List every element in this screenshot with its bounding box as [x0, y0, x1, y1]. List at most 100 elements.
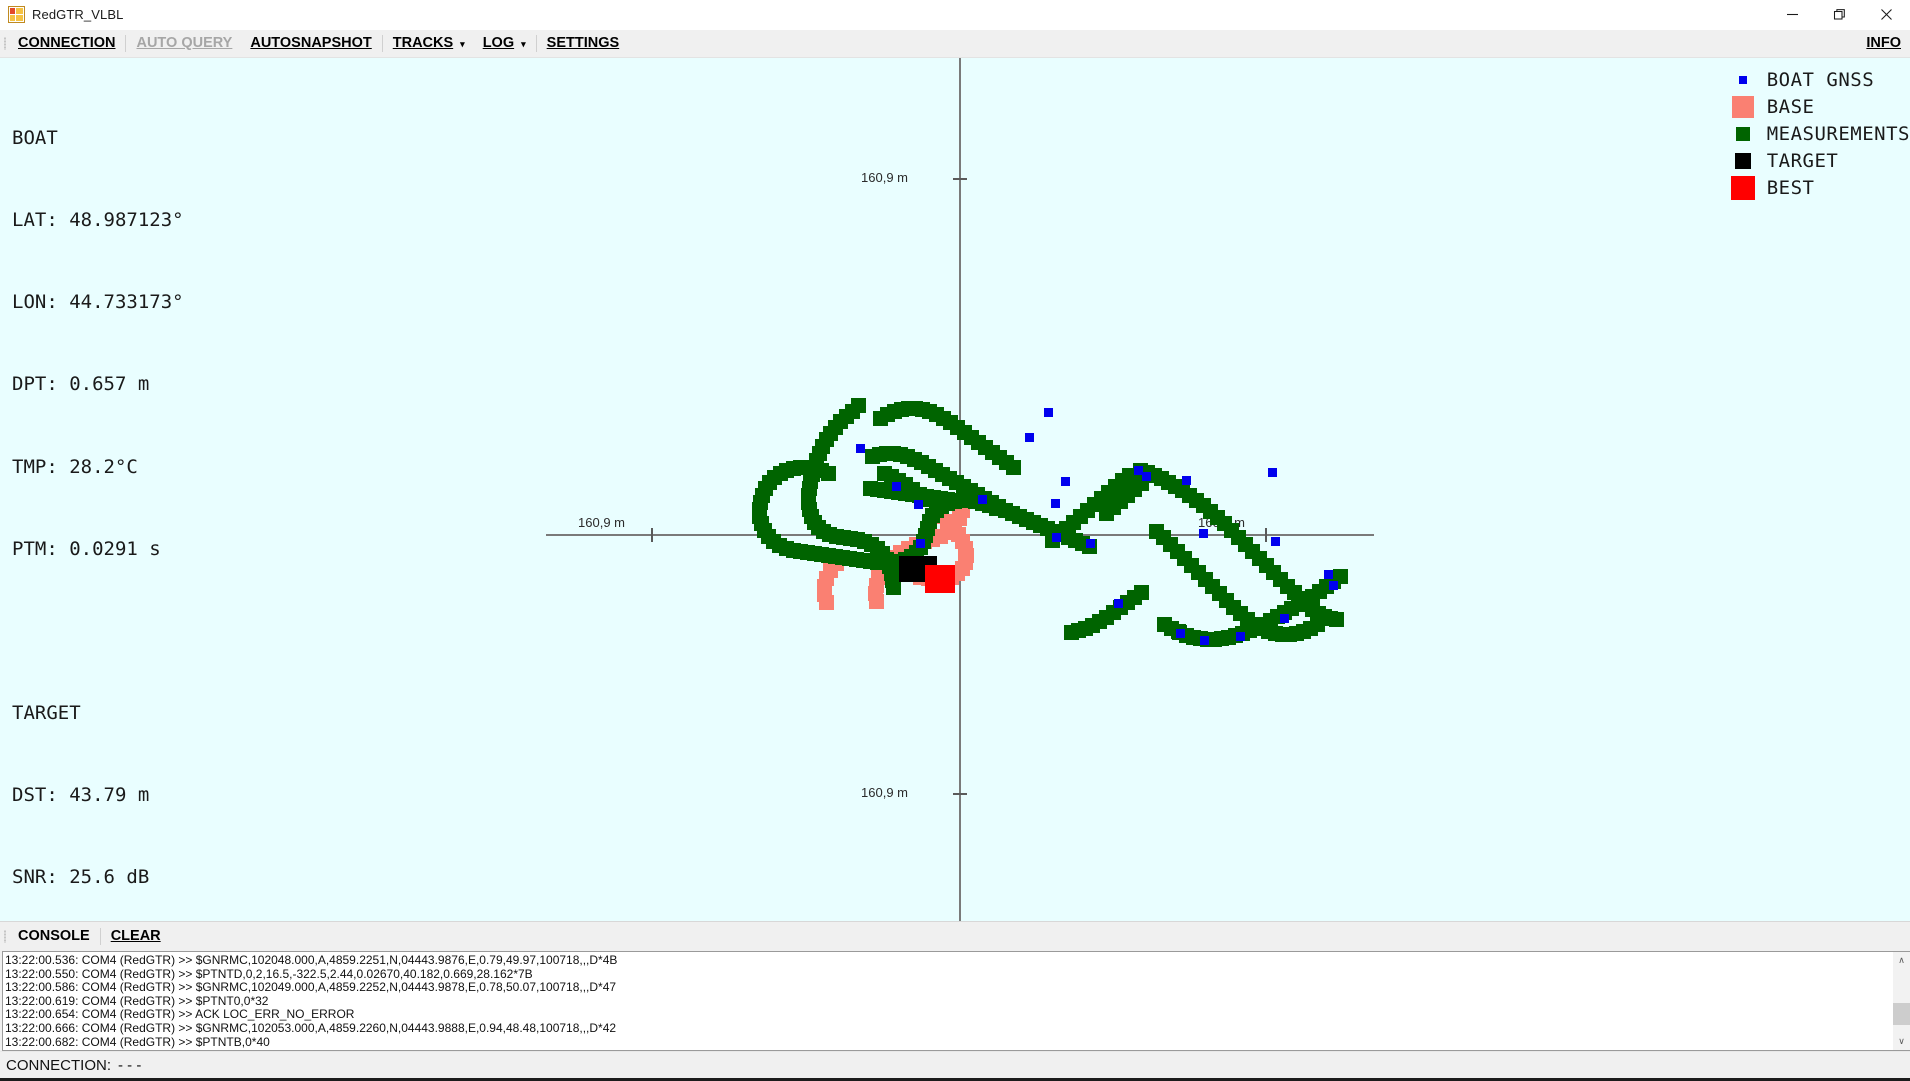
- console-title: CONSOLE: [9, 923, 99, 950]
- console-log-line: 13:22:00.550: COM4 (RedGTR) >> $PTNTD,0,…: [5, 966, 533, 981]
- status-bar: CONNECTION: - - -: [0, 1051, 1910, 1078]
- target-section-heading: TARGET: [12, 701, 81, 724]
- scroll-up-icon[interactable]: ∧: [1893, 952, 1910, 969]
- boat-gnss-marker: [1051, 499, 1060, 508]
- menu-separator: [381, 35, 383, 52]
- boat-gnss-marker: [1329, 581, 1338, 590]
- chevron-down-icon: ▾: [521, 39, 526, 49]
- measurement-marker: [1099, 506, 1114, 521]
- app-icon: [8, 6, 25, 23]
- menu-item-autosnapshot[interactable]: AUTOSNAPSHOT: [241, 30, 380, 57]
- status-bar-value: - - -: [118, 1056, 142, 1074]
- minimize-button[interactable]: [1769, 0, 1816, 29]
- menu-item-autosnapshot-label: AUTOSNAPSHOT: [250, 35, 372, 51]
- menu-item-settings[interactable]: SETTINGS: [538, 30, 629, 57]
- legend-item-measurements: MEASUREMENTS: [1722, 123, 1910, 145]
- restore-icon: [1833, 9, 1845, 20]
- menu-separator: [535, 35, 537, 52]
- boat-gnss-marker: [1061, 477, 1070, 486]
- scroll-down-icon[interactable]: ∨: [1893, 1033, 1910, 1050]
- boat-gnss-marker: [1142, 472, 1151, 481]
- menu-grip-handle[interactable]: [0, 30, 9, 57]
- legend-swatch-icon: [1731, 96, 1754, 118]
- legend-swatch-slot: [1730, 127, 1756, 141]
- boat-gnss-marker: [1271, 537, 1280, 546]
- plot-legend: BOAT GNSS BASE MEASUREMENTS TARGET BEST: [1722, 69, 1910, 200]
- boat-row-ptm: PTM: 0.0291 s: [12, 537, 161, 560]
- menu-item-settings-label: SETTINGS: [546, 35, 620, 51]
- menu-item-tracks[interactable]: TRACKS ▾: [384, 30, 474, 57]
- boat-gnss-marker: [856, 444, 865, 453]
- boat-row-dpt: DPT: 0.657 m: [12, 373, 150, 396]
- menu-item-log-label: LOG: [482, 35, 515, 51]
- boat-gnss-marker: [1044, 408, 1053, 417]
- console-grip-handle[interactable]: [0, 923, 9, 950]
- base-marker: [869, 594, 884, 609]
- close-button[interactable]: [1863, 0, 1910, 29]
- measurement-marker: [1310, 617, 1325, 632]
- console-clear-button[interactable]: CLEAR: [102, 923, 170, 950]
- legend-item-label: BOAT GNSS: [1766, 69, 1875, 91]
- console-scrollbar[interactable]: ∧ ∨: [1892, 952, 1910, 1050]
- target-row-snr: SNR: 25.6 dB: [12, 866, 150, 889]
- track-marker-layer: [752, 398, 1348, 647]
- boat-gnss-marker: [1134, 466, 1143, 475]
- menu-separator: [99, 928, 101, 945]
- legend-item-label: MEASUREMENTS: [1766, 123, 1910, 145]
- menu-item-info[interactable]: INFO: [1857, 30, 1910, 57]
- menu-item-connection[interactable]: CONNECTION: [9, 30, 124, 57]
- window-controls: [1769, 0, 1910, 29]
- title-bar: RedGTR_VLBL: [0, 0, 1910, 30]
- boat-gnss-marker: [1114, 599, 1123, 608]
- console-toolbar: CONSOLE CLEAR: [0, 922, 1910, 951]
- chevron-down-icon: ▾: [460, 39, 465, 49]
- boat-gnss-marker: [1182, 476, 1191, 485]
- legend-swatch-icon: [1735, 127, 1750, 141]
- boat-row-lon: LON: 44.733173°: [12, 291, 184, 314]
- status-bar-label: CONNECTION:: [6, 1056, 111, 1074]
- scrollbar-thumb[interactable]: [1893, 1003, 1910, 1025]
- legend-item-target: TARGET: [1722, 150, 1910, 172]
- close-icon: [1881, 9, 1892, 20]
- console-log-line: 13:22:00.536: COM4 (RedGTR) >> $GNRMC,10…: [5, 953, 618, 967]
- boat-gnss-marker: [1086, 539, 1095, 548]
- console-log-line: 13:22:00.654: COM4 (RedGTR) >> ACK LOC_E…: [5, 1007, 355, 1022]
- menu-item-log[interactable]: LOG ▾: [474, 30, 535, 57]
- menu-separator: [125, 35, 127, 52]
- restore-button[interactable]: [1816, 0, 1863, 29]
- console-log-line: 13:22:00.666: COM4 (RedGTR) >> $GNRMC,10…: [5, 1020, 617, 1035]
- boat-gnss-marker: [892, 482, 901, 491]
- boat-gnss-marker: [1236, 632, 1245, 641]
- legend-item-boat-gnss: BOAT GNSS: [1722, 69, 1910, 91]
- readout-spacer: [12, 618, 229, 645]
- telemetry-readout: BOAT LAT: 48.987123° LON: 44.733173° DPT…: [12, 70, 229, 921]
- boat-gnss-marker: [1052, 533, 1061, 542]
- menu-item-connection-label: CONNECTION: [18, 35, 116, 51]
- console-output-panel[interactable]: 13:22:00.536: COM4 (RedGTR) >> $GNRMC,10…: [2, 951, 1910, 1051]
- boat-gnss-marker: [916, 539, 925, 548]
- legend-swatch-slot: [1730, 96, 1756, 118]
- legend-item-best: BEST: [1722, 176, 1910, 200]
- menu-item-auto-query-label: AUTO QUERY: [136, 35, 233, 51]
- boat-gnss-marker: [1324, 570, 1333, 579]
- menu-item-info-label: INFO: [1866, 35, 1901, 51]
- console-title-label: CONSOLE: [18, 928, 90, 944]
- application-window: RedGTR_VLBL CONNECTION AUTO QUERY AUTOSN…: [0, 0, 1910, 1081]
- legend-item-label: BASE: [1766, 96, 1815, 118]
- legend-item-label: TARGET: [1766, 150, 1839, 172]
- console-log-line: 13:22:00.619: COM4 (RedGTR) >> $PTNT0,0*…: [5, 993, 269, 1008]
- legend-item-base: BASE: [1722, 96, 1910, 118]
- measurement-marker: [1006, 460, 1021, 475]
- legend-swatch-slot: [1730, 153, 1756, 169]
- minimize-icon: [1787, 13, 1798, 16]
- legend-swatch-slot: [1730, 176, 1756, 200]
- menu-item-auto-query[interactable]: AUTO QUERY: [127, 30, 241, 57]
- legend-swatch-icon: [1730, 176, 1755, 200]
- positioning-plot[interactable]: 160,9 m 160,9 m 160,9 m 160,9 m BOAT LAT…: [0, 58, 1910, 921]
- boat-row-tmp: TMP: 28.2°C: [12, 455, 138, 478]
- boat-gnss-marker: [1025, 433, 1034, 442]
- menu-item-tracks-label: TRACKS: [392, 35, 454, 51]
- best-marker: [925, 565, 955, 593]
- menu-bar: CONNECTION AUTO QUERY AUTOSNAPSHOT TRACK…: [0, 30, 1910, 58]
- boat-gnss-marker: [1176, 629, 1185, 638]
